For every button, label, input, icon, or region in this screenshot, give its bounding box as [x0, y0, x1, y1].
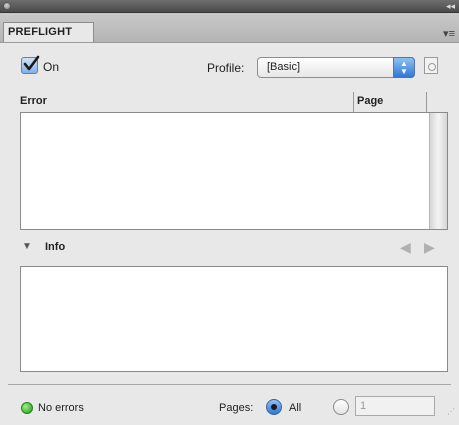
preflight-controls: On Profile: [Basic] ▲ ▼: [0, 50, 459, 78]
on-checkbox[interactable]: [21, 55, 40, 74]
pages-label: Pages:: [219, 402, 254, 414]
resize-grip-icon[interactable]: ⋰: [447, 407, 455, 416]
previous-arrow-icon[interactable]: ◀: [400, 239, 411, 256]
pages-all-label: All: [289, 402, 302, 414]
column-divider: [426, 92, 427, 112]
status-text: No errors: [38, 402, 84, 414]
next-arrow-icon[interactable]: ▶: [424, 239, 435, 256]
column-page[interactable]: Page: [357, 95, 383, 107]
on-label: On: [43, 60, 60, 74]
column-divider: [353, 92, 354, 112]
pages-range-input[interactable]: [355, 396, 435, 416]
panel-titlebar: ◂◂: [0, 0, 459, 13]
status-divider: [8, 384, 451, 385]
status-bar: No errors Pages: All ⋰: [0, 396, 459, 420]
column-error[interactable]: Error: [20, 95, 47, 107]
error-list-header: Error Page: [20, 92, 448, 112]
close-icon[interactable]: [3, 2, 11, 10]
info-label: Info: [45, 241, 66, 253]
profile-value: [Basic]: [267, 61, 301, 73]
info-box: [20, 266, 448, 372]
tab-preflight-label: PREFLIGHT: [8, 26, 73, 38]
profile-document-icon[interactable]: [424, 57, 438, 74]
info-section-header: ▼ Info ◀ ▶: [20, 238, 448, 258]
select-arrows-icon: ▲ ▼: [393, 57, 415, 78]
pages-range-radio[interactable]: [333, 399, 349, 415]
tab-preflight[interactable]: PREFLIGHT: [3, 22, 94, 42]
disclosure-triangle-icon[interactable]: ▼: [22, 241, 32, 252]
panel-menu-icon[interactable]: ▾≡: [443, 28, 455, 40]
pages-all-radio[interactable]: [266, 399, 282, 415]
panel-tabbar: PREFLIGHT ▾≡: [0, 13, 459, 43]
profile-label: Profile:: [207, 61, 245, 75]
collapse-icon[interactable]: ◂◂: [446, 0, 455, 12]
error-list[interactable]: [20, 112, 448, 230]
error-list-scrollbar[interactable]: [429, 113, 447, 229]
profile-select[interactable]: [Basic] ▲ ▼: [257, 57, 415, 78]
checkmark-icon: [23, 55, 40, 71]
status-ok-icon: [21, 402, 33, 414]
